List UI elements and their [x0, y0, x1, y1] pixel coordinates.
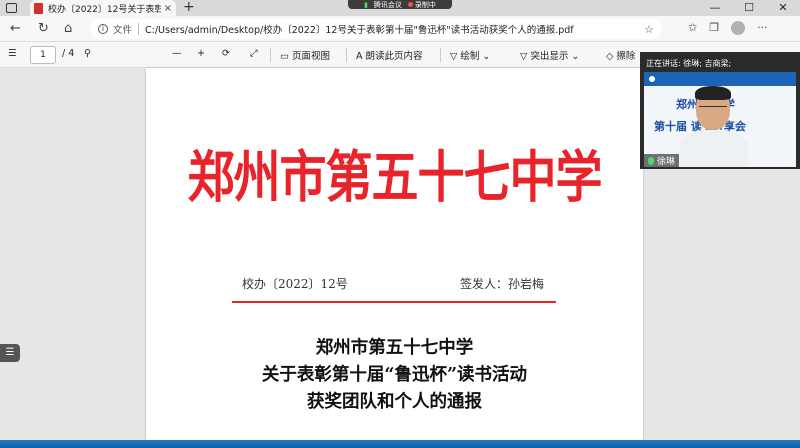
person-glasses — [699, 106, 727, 112]
red-divider — [232, 301, 556, 303]
document-number: 校办〔2022〕12号 — [242, 277, 348, 291]
minimize-button[interactable]: — — [698, 0, 732, 16]
tab-strip: 校办〔2022〕12号关于表彰第十 × + ▮ 腾讯会议 录制中 — ☐ ✕ — [0, 0, 800, 16]
rotate-icon[interactable]: ⟳ — [222, 48, 230, 59]
eraser-icon: ◇ — [606, 51, 617, 62]
participant-video — [680, 86, 748, 167]
highlight-button[interactable]: ▽ 突出显示 ⌄ — [520, 48, 579, 62]
new-tab-button[interactable]: + — [183, 0, 195, 15]
read-aloud-icon: A︎ — [356, 51, 366, 62]
toolbar-divider — [440, 48, 441, 62]
draw-button[interactable]: ▽ 绘制 ⌄ — [450, 48, 490, 62]
favorites-icon[interactable]: ✩ — [688, 21, 697, 35]
erase-button[interactable]: ◇ 擦除 — [606, 48, 635, 62]
workspaces-icon[interactable] — [6, 3, 17, 13]
recording-status: 录制中 — [407, 0, 436, 10]
zoom-out-button[interactable]: — — [172, 48, 182, 59]
page-total: / 4 — [62, 48, 75, 59]
notice-title-line1: 郑州市第五十七中学 — [315, 338, 474, 358]
page-number-input[interactable]: 1 — [30, 46, 56, 64]
browser-actions: ✩ ❐ ··· — [688, 21, 768, 35]
contents-icon[interactable]: ☰ — [8, 48, 17, 59]
address-url[interactable]: C:/Users/admin/Desktop/校办〔2022〕12号关于表彰第十… — [145, 22, 644, 36]
speaking-indicator: 正在讲话: 徐琳; 吉商梁; — [646, 59, 732, 68]
notice-title-line2: 关于表彰第十届“鲁迅杯”读书活动 — [261, 365, 528, 385]
meeting-status-bar[interactable]: ▮ 腾讯会议 录制中 — [348, 0, 452, 9]
toolbar-divider — [346, 48, 347, 62]
person-hair — [695, 86, 731, 100]
refresh-icon[interactable]: ↻ — [38, 21, 49, 36]
video-banner — [644, 72, 796, 86]
highlight-icon: ▽ — [520, 51, 531, 62]
school-logo-icon — [648, 75, 656, 83]
record-dot-icon — [407, 1, 413, 7]
search-icon[interactable]: ⚲ — [84, 48, 91, 59]
address-separator — [138, 23, 140, 35]
chevron-down-icon: ⌄ — [479, 51, 491, 62]
pdf-file-icon — [34, 2, 43, 14]
toolbar-divider — [270, 48, 271, 62]
close-tab-icon[interactable]: × — [164, 3, 172, 14]
signal-icon: ▮ — [364, 0, 368, 9]
browser-tab[interactable]: 校办〔2022〕12号关于表彰第十 × — [30, 0, 176, 16]
page-view-icon: ▭ — [280, 51, 292, 62]
notice-title-line3: 获奖团队和个人的通报 — [307, 392, 482, 412]
list-icon: ☰ — [5, 347, 15, 358]
sidebar-toggle-button[interactable]: ☰ — [0, 344, 20, 362]
draw-icon: ▽ — [450, 51, 461, 62]
back-arrow-icon[interactable]: ← — [10, 21, 21, 36]
document-masthead: 郑州市第五十七中学 — [187, 145, 603, 211]
participant-name-tag: 徐琳 — [644, 154, 680, 167]
video-frame: 郑州 七中学 第十届 读书分享会 徐琳 — [644, 72, 796, 167]
chevron-down-icon: ⌄ — [568, 51, 580, 62]
fit-page-icon[interactable]: ⤢ — [250, 48, 258, 59]
pdf-page: 郑州市第五十七中学 校办〔2022〕12号 签发人：孙岩梅 郑州市第五十七中学 … — [146, 68, 643, 440]
microphone-icon — [648, 156, 654, 165]
meeting-app-name: 腾讯会议 — [373, 0, 402, 9]
collections-icon[interactable]: ❐ — [709, 21, 719, 35]
zoom-in-button[interactable]: + — [197, 48, 205, 59]
address-bar-row: ← ↻ ⌂ i 文件 C:/Users/admin/Desktop/校办〔202… — [0, 16, 800, 42]
close-window-button[interactable]: ✕ — [766, 0, 800, 16]
page-view-button[interactable]: ▭ 页面视图 — [280, 48, 330, 62]
address-input[interactable]: i 文件 C:/Users/admin/Desktop/校办〔2022〕12号关… — [90, 19, 662, 39]
document-signer: 签发人：孙岩梅 — [460, 277, 545, 291]
home-icon[interactable]: ⌂ — [64, 21, 72, 36]
taskbar — [0, 440, 800, 448]
meeting-video-window[interactable]: 正在讲话: 徐琳; 吉商梁; 郑州 七中学 第十届 读书分享会 徐琳 — [640, 52, 800, 169]
profile-avatar[interactable] — [731, 21, 746, 35]
favorite-star-icon[interactable]: ☆ — [644, 23, 654, 36]
more-menu-icon[interactable]: ··· — [757, 21, 768, 35]
maximize-button[interactable]: ☐ — [732, 0, 766, 16]
read-aloud-button[interactable]: A︎ 朗读此页内容 — [356, 48, 423, 62]
tab-title: 校办〔2022〕12号关于表彰第十 — [48, 4, 161, 15]
address-scheme-label: 文件 — [113, 25, 133, 36]
info-icon[interactable]: i — [98, 24, 108, 34]
person-body — [680, 130, 748, 167]
window-controls: — ☐ ✕ — [698, 0, 800, 16]
